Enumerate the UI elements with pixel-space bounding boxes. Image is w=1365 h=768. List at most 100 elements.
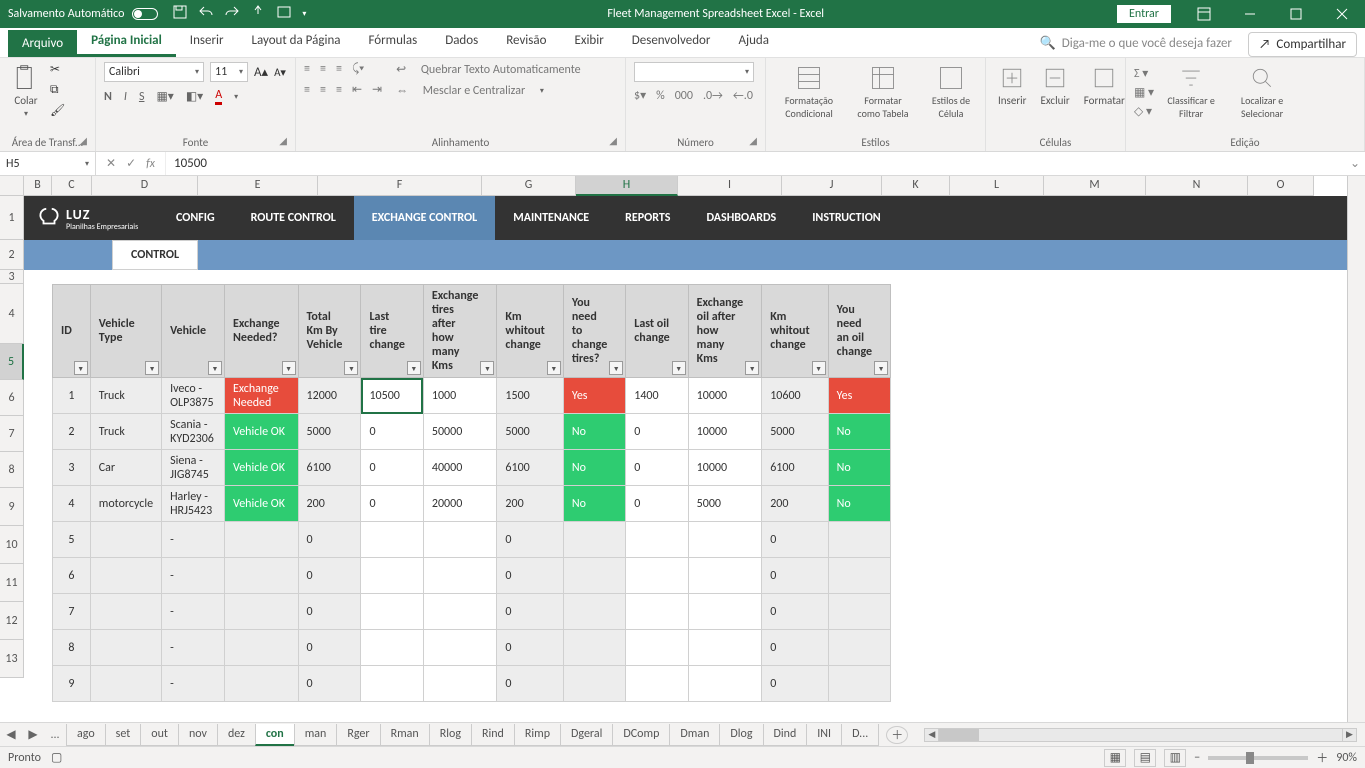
cell-lastoil[interactable]: 0 — [626, 486, 688, 522]
cell-kmtire[interactable]: 0 — [497, 630, 563, 666]
cell-needtire[interactable] — [563, 630, 625, 666]
cell-needtire[interactable]: Yes — [563, 378, 625, 414]
cell-type[interactable] — [90, 666, 161, 702]
nav-dashboards[interactable]: DASHBOARDS — [688, 196, 794, 240]
col-header-L[interactable]: L — [950, 176, 1044, 196]
col-exoil[interactable]: Exchange oil after how many Kms▼ — [688, 285, 762, 378]
cancel-icon[interactable]: ✕ — [106, 156, 116, 171]
cell-needoil[interactable] — [828, 666, 890, 702]
cell-kmtire[interactable]: 0 — [497, 558, 563, 594]
insert-cells-button[interactable]: Inserir — [994, 62, 1031, 109]
border-icon[interactable]: ▦▾ — [156, 89, 173, 104]
cell-needtire[interactable] — [563, 594, 625, 630]
fill-icon[interactable]: ▦ ▾ — [1134, 85, 1154, 100]
col-id[interactable]: ID▼ — [53, 285, 91, 378]
accounting-icon[interactable]: $▾ — [634, 88, 646, 103]
sheet-tab-set[interactable]: set — [105, 724, 142, 746]
cell-exoil[interactable]: 10000 — [688, 450, 762, 486]
row-header-3[interactable]: 3 — [0, 270, 24, 284]
sheet-tab-ini[interactable]: INI — [806, 724, 842, 746]
cell-exchange[interactable]: Vehicle OK — [225, 486, 299, 522]
cell-exchange[interactable]: Vehicle OK — [225, 450, 299, 486]
filter-icon[interactable]: ▼ — [344, 361, 358, 375]
increase-font-icon[interactable]: A▴ — [254, 65, 268, 80]
cell-type[interactable] — [90, 594, 161, 630]
col-header-D[interactable]: D — [92, 176, 198, 196]
fx-icon[interactable]: fx — [146, 157, 155, 171]
row-header-11[interactable]: 11 — [0, 564, 24, 602]
select-all-corner[interactable] — [0, 176, 24, 196]
align-right-icon[interactable]: ≡ — [336, 83, 342, 97]
col-header-G[interactable]: G — [482, 176, 576, 196]
nav-route-control[interactable]: ROUTE CONTROL — [233, 196, 354, 240]
col-header-E[interactable]: E — [198, 176, 318, 196]
italic-icon[interactable]: I — [124, 90, 127, 104]
cell-id[interactable]: 7 — [53, 594, 91, 630]
row-header-1[interactable]: 1 — [0, 196, 24, 240]
cell-kmoil[interactable]: 0 — [762, 594, 828, 630]
col-kmtire[interactable]: Km whitout change▼ — [497, 285, 563, 378]
cell-kmoil[interactable]: 6100 — [762, 450, 828, 486]
cell-type[interactable]: Truck — [90, 414, 161, 450]
col-lasttire[interactable]: Last tire change▼ — [361, 285, 423, 378]
cell-extires[interactable]: 20000 — [423, 486, 497, 522]
filter-icon[interactable]: ▼ — [547, 361, 561, 375]
autosum-icon[interactable]: Σ ▾ — [1134, 66, 1154, 81]
sheet-tab-ago[interactable]: ago — [66, 724, 106, 746]
ribbon-tab-exibir[interactable]: Exibir — [560, 27, 617, 57]
clear-icon[interactable]: ◇ ▾ — [1134, 104, 1154, 119]
delete-cells-button[interactable]: Excluir — [1037, 62, 1074, 109]
underline-icon[interactable]: S — [139, 90, 145, 104]
normal-view-icon[interactable]: ▦ — [1104, 749, 1126, 767]
row-header-7[interactable]: 7 — [0, 416, 24, 452]
cell-lastoil[interactable]: 0 — [626, 414, 688, 450]
cell-lasttire[interactable] — [361, 666, 423, 702]
ribbon-tab-desenvolvedor[interactable]: Desenvolvedor — [618, 27, 725, 57]
cell-kmtire[interactable]: 1500 — [497, 378, 563, 414]
ribbon-tab-f-rmulas[interactable]: Fórmulas — [355, 27, 432, 57]
sort-filter-button[interactable]: Classificar e Filtrar — [1160, 62, 1222, 122]
col-exchange[interactable]: Exchange Needed?▼ — [225, 285, 299, 378]
filter-icon[interactable]: ▼ — [480, 361, 494, 375]
row-header-12[interactable]: 12 — [0, 602, 24, 640]
cell-exchange[interactable] — [225, 666, 299, 702]
cell-kmtire[interactable]: 200 — [497, 486, 563, 522]
cell-exoil[interactable] — [688, 522, 762, 558]
cell-totalkm[interactable]: 0 — [298, 522, 361, 558]
col-header-I[interactable]: I — [678, 176, 782, 196]
cell-vehicle[interactable]: - — [162, 594, 225, 630]
zoom-slider[interactable] — [1208, 756, 1308, 760]
zoom-in-icon[interactable]: ＋ — [1316, 749, 1328, 766]
hscroll-thumb[interactable] — [939, 729, 979, 741]
cell-exchange[interactable]: Vehicle OK — [225, 414, 299, 450]
nav-reports[interactable]: REPORTS — [607, 196, 688, 240]
enter-icon[interactable]: ✓ — [126, 156, 136, 171]
filter-icon[interactable]: ▼ — [874, 361, 888, 375]
ribbon-tab-dados[interactable]: Dados — [431, 27, 492, 57]
col-header-K[interactable]: K — [882, 176, 950, 196]
sheet-tab-dlog[interactable]: Dlog — [719, 724, 763, 746]
expand-formula-bar-icon[interactable]: ⌄ — [1345, 152, 1365, 175]
cell-needoil[interactable]: No — [828, 486, 890, 522]
cell-extires[interactable]: 40000 — [423, 450, 497, 486]
filter-icon[interactable]: ▼ — [145, 361, 159, 375]
percent-icon[interactable]: % — [656, 89, 665, 103]
orientation-icon[interactable]: ⤹▾ — [352, 62, 364, 76]
ribbon-tab-ajuda[interactable]: Ajuda — [724, 27, 783, 57]
decrease-indent-icon[interactable]: ⇤ — [352, 82, 362, 97]
merge-center-button[interactable]: ⇔ Mesclar e Centralizar ▾ — [396, 83, 580, 98]
sheet-tab-rman[interactable]: Rman — [380, 724, 430, 746]
hscroll-left-icon[interactable]: ◀ — [925, 729, 939, 741]
cell-lasttire[interactable]: 0 — [361, 414, 423, 450]
row-header-5[interactable]: 5 — [0, 344, 24, 380]
name-box[interactable]: H5▾ — [0, 152, 96, 175]
cell-vehicle[interactable]: - — [162, 522, 225, 558]
sheet-nav-more-icon[interactable]: ... — [44, 728, 66, 742]
minimize-icon[interactable] — [1227, 0, 1273, 28]
cell-needoil[interactable]: No — [828, 450, 890, 486]
sheet-tab-dez[interactable]: dez — [217, 724, 256, 746]
col-needtire[interactable]: You need to change tires?▼ — [563, 285, 625, 378]
cell-totalkm[interactable]: 12000 — [298, 378, 361, 414]
cell-lasttire[interactable] — [361, 558, 423, 594]
cell-vehicle[interactable]: Scania - KYD2306 — [162, 414, 225, 450]
